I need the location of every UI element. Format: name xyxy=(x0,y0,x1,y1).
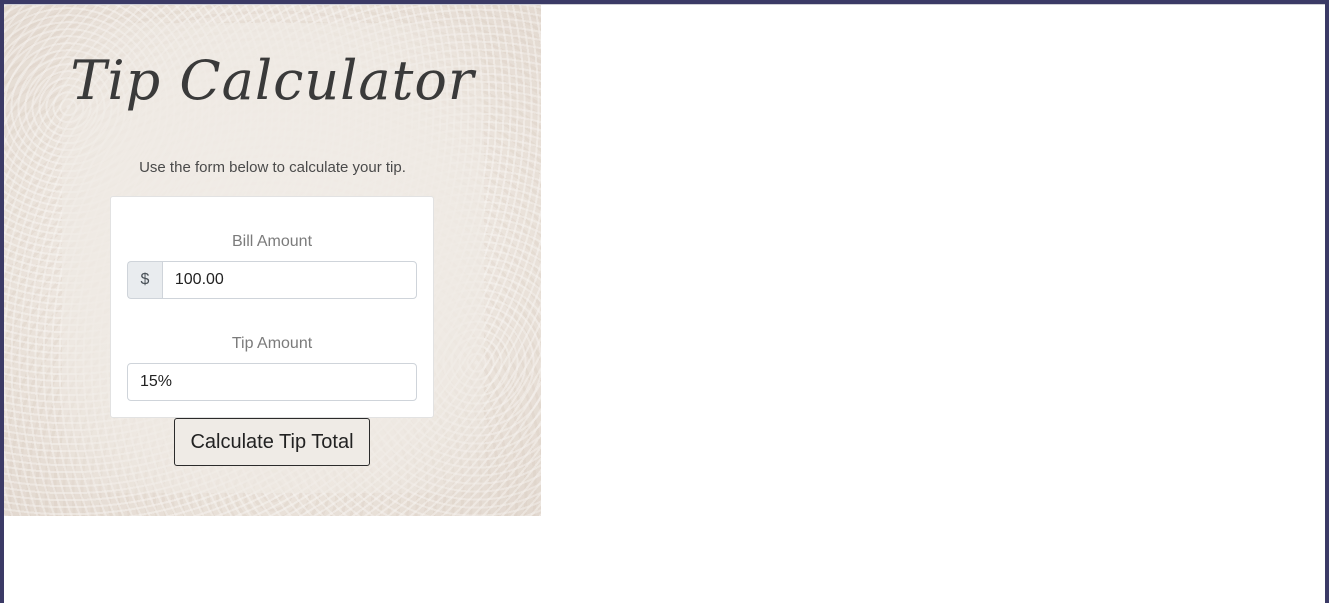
browser-viewport: Tip Calculator Use the form below to cal… xyxy=(4,4,1325,603)
calculate-tip-button[interactable]: Calculate Tip Total xyxy=(174,418,370,466)
bill-amount-label: Bill Amount xyxy=(231,233,313,250)
tip-calculator-card: Tip Calculator Use the form below to cal… xyxy=(4,5,541,516)
tip-amount-input[interactable] xyxy=(127,363,417,401)
page-subtitle: Use the form below to calculate your tip… xyxy=(139,159,406,176)
currency-prefix: $ xyxy=(127,261,162,299)
tip-form: Bill Amount $ Tip Amount xyxy=(110,196,434,418)
tip-amount-label: Tip Amount xyxy=(231,335,313,352)
page-title: Tip Calculator xyxy=(70,49,475,112)
bill-amount-group: $ xyxy=(127,261,417,299)
bill-amount-input[interactable] xyxy=(161,261,417,299)
